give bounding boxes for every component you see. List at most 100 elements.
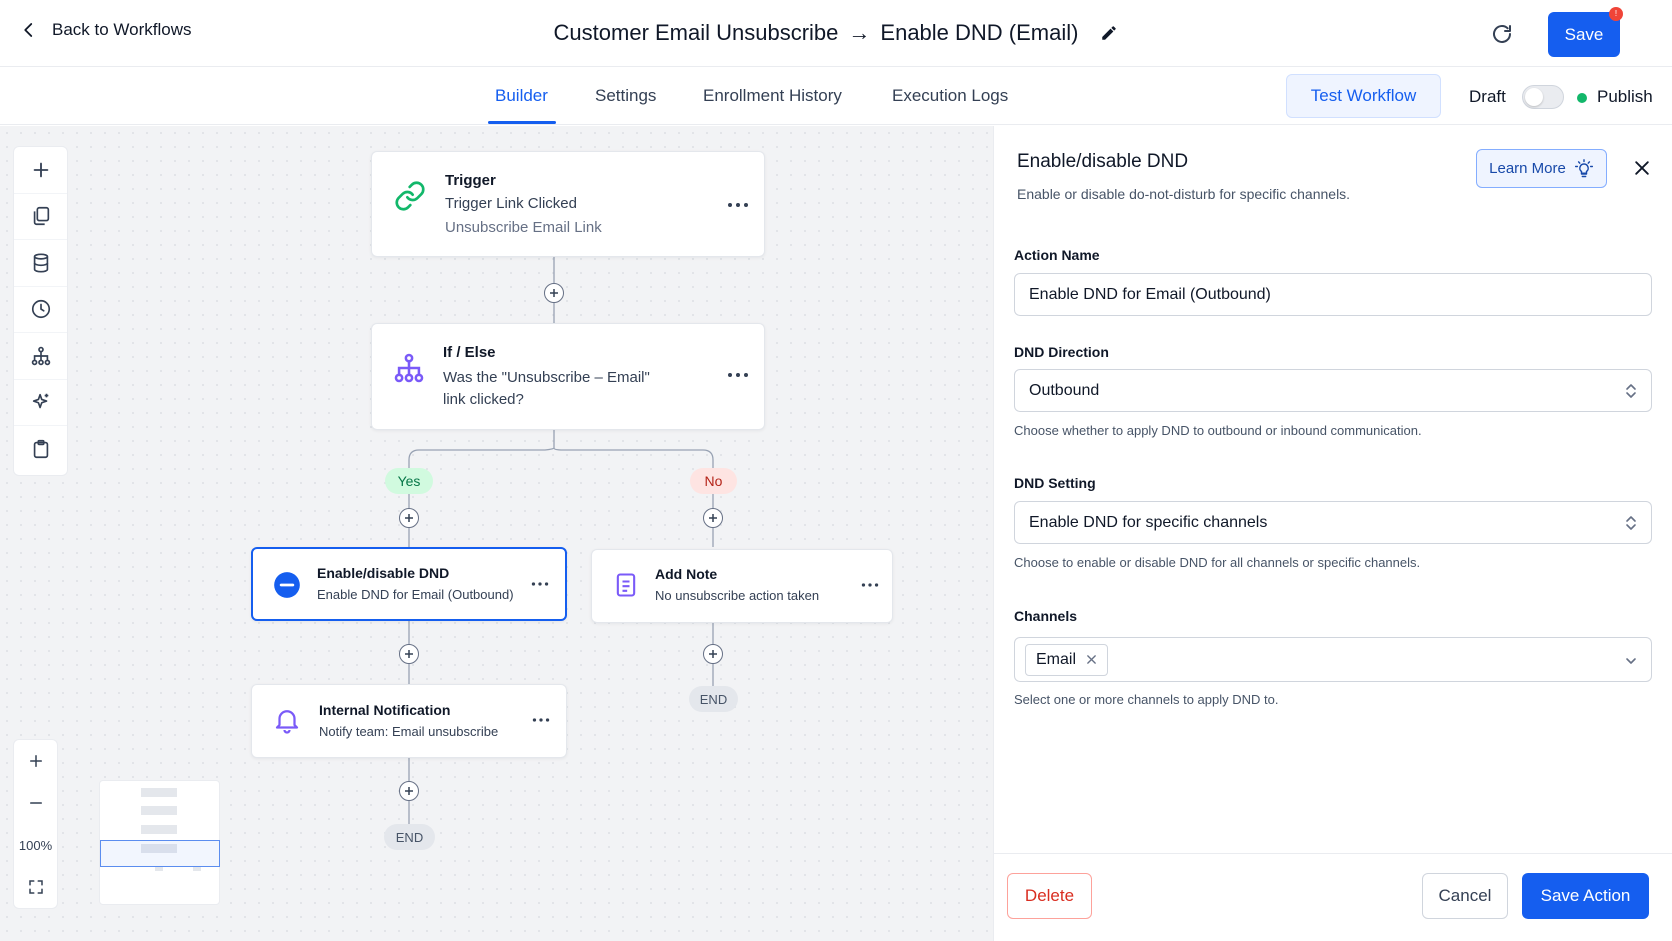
database-tool[interactable] bbox=[14, 240, 67, 287]
more-options-icon[interactable] bbox=[532, 715, 550, 725]
test-workflow-button[interactable]: Test Workflow bbox=[1286, 74, 1441, 118]
add-step-button[interactable] bbox=[399, 508, 419, 528]
zoom-out-button[interactable] bbox=[14, 782, 57, 824]
add-step-button[interactable] bbox=[399, 781, 419, 801]
add-step-button[interactable] bbox=[703, 508, 723, 528]
copy-tool[interactable] bbox=[14, 194, 67, 240]
zoom-in-button[interactable] bbox=[14, 740, 57, 782]
draft-label: Draft bbox=[1469, 87, 1506, 106]
fit-view-button[interactable] bbox=[14, 866, 57, 908]
dnd-setting-value: Enable DND for specific channels bbox=[1029, 513, 1268, 531]
pencil-icon[interactable] bbox=[1100, 24, 1118, 42]
plus-icon bbox=[29, 755, 42, 767]
remove-chip-icon[interactable] bbox=[1086, 654, 1097, 665]
node-title: Internal Notification bbox=[319, 702, 451, 718]
node-toolbar bbox=[13, 146, 68, 476]
zoom-controls: 100% bbox=[13, 739, 58, 909]
bell-icon bbox=[275, 710, 299, 734]
workflow-name: Customer Email Unsubscribe bbox=[553, 20, 839, 45]
dnd-direction-help: Choose whether to apply DND to outbound … bbox=[1014, 423, 1422, 438]
panel-footer: Delete Cancel Save Action bbox=[994, 853, 1672, 941]
panel-title: Enable/disable DND bbox=[1017, 151, 1189, 172]
copy-icon bbox=[33, 207, 49, 226]
action-name-label: Action Name bbox=[1014, 247, 1100, 263]
link-icon bbox=[395, 181, 425, 211]
dnd-direction-select[interactable]: Outbound bbox=[1014, 369, 1652, 412]
minimap[interactable] bbox=[99, 780, 220, 905]
publish-status-dot bbox=[1577, 93, 1587, 103]
dnd-node[interactable]: Enable/disable DND Enable DND for Email … bbox=[251, 547, 567, 621]
chevron-down-icon bbox=[1626, 658, 1636, 664]
node-title: If / Else bbox=[443, 344, 496, 361]
add-step-button[interactable] bbox=[544, 283, 564, 303]
no-branch-label: No bbox=[690, 468, 737, 494]
add-step-button[interactable] bbox=[703, 644, 723, 664]
internal-notification-node[interactable]: Internal Notification Notify team: Email… bbox=[251, 684, 567, 758]
end-marker: END bbox=[689, 686, 738, 712]
branch-tool[interactable] bbox=[14, 333, 67, 380]
node-title: Trigger bbox=[445, 172, 496, 189]
channels-label: Channels bbox=[1014, 608, 1078, 624]
cancel-button[interactable]: Cancel bbox=[1422, 873, 1508, 919]
chevron-up-down-icon bbox=[1626, 516, 1636, 530]
trigger-node[interactable]: Trigger Trigger Link Clicked Unsubscribe… bbox=[371, 151, 765, 257]
channels-multiselect[interactable]: Email bbox=[1014, 637, 1652, 682]
minimap-node bbox=[141, 825, 177, 834]
tab-enrollment-history[interactable]: Enrollment History bbox=[703, 86, 842, 106]
node-condition-line2: link clicked? bbox=[443, 391, 524, 408]
more-options-icon[interactable] bbox=[727, 370, 749, 380]
delete-button[interactable]: Delete bbox=[1007, 873, 1092, 919]
action-settings-panel: Enable/disable DND Enable or disable do-… bbox=[993, 126, 1672, 941]
more-options-icon[interactable] bbox=[861, 580, 879, 590]
refresh-icon[interactable] bbox=[1490, 22, 1514, 46]
plus-icon bbox=[405, 650, 413, 658]
back-to-workflows-link[interactable]: Back to Workflows bbox=[20, 20, 192, 40]
action-name-input[interactable] bbox=[1014, 273, 1652, 316]
node-subtitle: Trigger Link Clicked bbox=[445, 195, 577, 212]
ai-tool[interactable] bbox=[14, 380, 67, 426]
more-options-icon[interactable] bbox=[531, 579, 549, 589]
branch-icon bbox=[31, 346, 50, 366]
learn-more-button[interactable]: Learn More bbox=[1476, 149, 1607, 188]
dnd-setting-help: Choose to enable or disable DND for all … bbox=[1014, 555, 1421, 570]
minimap-node bbox=[141, 788, 177, 797]
plus-icon bbox=[709, 514, 717, 522]
minimap-viewport[interactable] bbox=[100, 840, 220, 867]
channel-chip-email: Email bbox=[1025, 643, 1109, 676]
node-condition-line1: Was the "Unsubscribe – Email" bbox=[443, 369, 650, 386]
history-tool[interactable] bbox=[14, 287, 67, 333]
close-icon[interactable] bbox=[1632, 158, 1652, 178]
plus-icon bbox=[33, 162, 48, 178]
lightbulb-icon bbox=[1574, 158, 1593, 177]
plus-icon bbox=[405, 787, 413, 795]
plus-icon bbox=[709, 650, 717, 658]
if-else-node[interactable]: If / Else Was the "Unsubscribe – Email" … bbox=[371, 323, 765, 430]
node-subtitle: Notify team: Email unsubscribe bbox=[319, 724, 499, 739]
node-detail: Unsubscribe Email Link bbox=[445, 219, 602, 236]
tab-execution-logs[interactable]: Execution Logs bbox=[892, 86, 1008, 106]
add-step-button[interactable] bbox=[399, 644, 419, 664]
learn-more-label: Learn More bbox=[1489, 160, 1566, 177]
publish-label: Publish bbox=[1597, 87, 1653, 106]
dnd-setting-select[interactable]: Enable DND for specific channels bbox=[1014, 501, 1652, 544]
dnd-direction-value: Outbound bbox=[1029, 381, 1100, 399]
sparkles-icon bbox=[32, 394, 48, 409]
back-label: Back to Workflows bbox=[52, 20, 192, 39]
workflow-canvas[interactable]: 100% Trigger Trigger Link Clicked Unsubs… bbox=[0, 126, 993, 941]
end-marker: END bbox=[384, 824, 435, 850]
node-title: Enable/disable DND bbox=[317, 565, 450, 581]
publish-toggle[interactable] bbox=[1522, 85, 1564, 109]
clipboard-tool[interactable] bbox=[14, 426, 67, 473]
dnd-setting-label: DND Setting bbox=[1014, 475, 1096, 491]
tab-builder[interactable]: Builder bbox=[495, 86, 548, 106]
tab-settings[interactable]: Settings bbox=[595, 86, 656, 106]
save-action-button[interactable]: Save Action bbox=[1522, 873, 1649, 919]
add-note-node[interactable]: Add Note No unsubscribe action taken bbox=[591, 549, 893, 623]
save-button[interactable]: Save bbox=[1548, 12, 1620, 57]
workflow-title: Customer Email Unsubscribe → Enable DND … bbox=[554, 20, 1119, 46]
zoom-level: 100% bbox=[18, 837, 53, 853]
add-node-tool[interactable] bbox=[14, 147, 67, 194]
chip-label: Email bbox=[1036, 650, 1077, 668]
more-options-icon[interactable] bbox=[727, 200, 749, 210]
plus-icon bbox=[405, 514, 413, 522]
